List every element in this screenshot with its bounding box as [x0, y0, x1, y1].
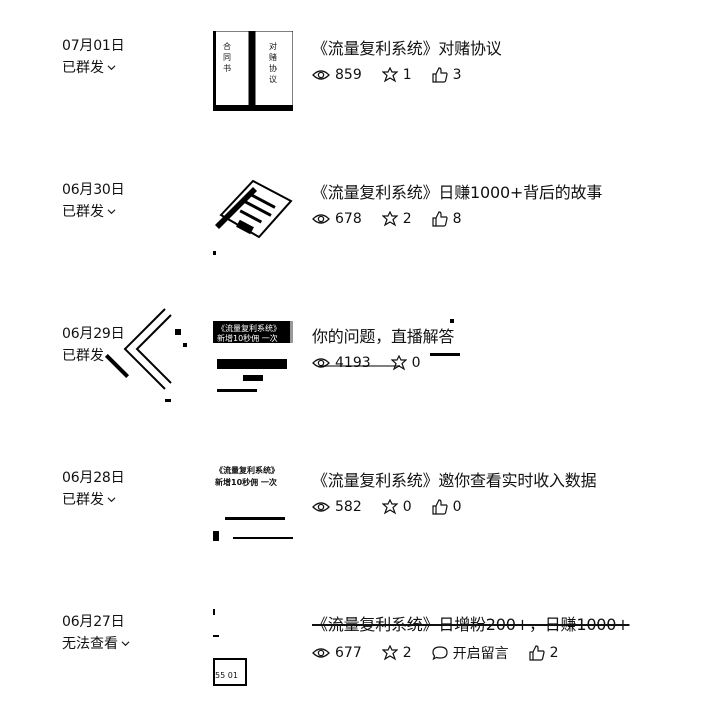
post-date: 06月28日	[62, 470, 125, 486]
post-row[interactable]: 06月30日 已群发 《流量复利系统》日赚1000+背后的故事 678 2 8	[0, 175, 703, 285]
post-row[interactable]: 06月28日 已群发 《流量复利系统》 新增10秒佣 一次 《流量复利系统》邀你…	[0, 463, 703, 573]
views-stat: 859	[312, 67, 362, 83]
eye-icon	[312, 70, 330, 80]
post-thumbnail[interactable]: 合同书 对赌协议	[213, 31, 293, 111]
views-count: 859	[335, 67, 362, 83]
post-status-label: 已群发	[62, 492, 104, 508]
eye-icon	[312, 502, 330, 512]
shares-stat: 2	[381, 645, 412, 661]
post-date: 06月30日	[62, 182, 125, 198]
post-status-label: 已群发	[62, 60, 104, 76]
post-status[interactable]: 已群发	[62, 57, 116, 77]
share-icon	[381, 645, 398, 661]
post-thumbnail[interactable]: 《流量复利系统》 新增10秒佣 一次	[213, 463, 293, 543]
post-thumbnail[interactable]	[213, 175, 293, 255]
views-stat: 677	[312, 645, 362, 661]
share-icon	[390, 355, 407, 371]
shares-count: 1	[402, 67, 412, 83]
post-title[interactable]: 《流量复利系统》日赚1000+背后的故事	[312, 179, 602, 203]
post-stats: 859 1 3	[312, 67, 482, 83]
share-icon	[381, 67, 398, 83]
post-date: 06月27日	[62, 614, 125, 630]
post-status[interactable]: 无法查看	[62, 633, 130, 653]
thumb-text: 对赌协议	[269, 42, 277, 84]
thumbs-up-icon	[529, 645, 545, 661]
thumbs-up-icon	[432, 211, 448, 227]
post-stats: 4193 0	[312, 355, 441, 371]
thumb-text: 《流量复利系统》	[215, 466, 279, 475]
views-stat: 678	[312, 211, 362, 227]
eye-icon	[312, 214, 330, 224]
shares-stat: 0	[390, 355, 421, 371]
views-count: 677	[335, 645, 362, 661]
comment-toggle-label: 开启留言	[452, 646, 509, 662]
post-date: 06月29日	[62, 326, 125, 342]
eye-icon	[312, 358, 330, 368]
likes-stat: 0	[432, 499, 462, 515]
chevron-down-icon	[107, 64, 116, 70]
views-count: 4193	[335, 355, 371, 371]
post-status-label: 无法查看	[62, 636, 118, 652]
thumbs-up-icon	[432, 67, 448, 83]
eye-icon	[312, 648, 330, 658]
comment-bubble-icon	[432, 646, 448, 661]
thumbs-up-icon	[432, 499, 448, 515]
post-title[interactable]: 《流量复利系统》日增粉200+，日赚1000+	[312, 611, 630, 635]
post-status-label: 已群发	[62, 204, 104, 220]
shares-stat: 0	[381, 499, 412, 515]
post-row[interactable]: 07月01日 已群发 合同书 对赌协议 《流量复利系统》对赌协议 859 1 3	[0, 31, 703, 141]
share-icon	[381, 499, 398, 515]
post-row[interactable]: 06月29日 已群发 《流量复利系统》 新增10秒佣 一次 你的问题，直播解答 …	[0, 308, 703, 429]
chevron-down-icon	[107, 496, 116, 502]
post-status-label: 已群发	[62, 348, 104, 364]
likes-stat: 3	[432, 67, 462, 83]
post-title[interactable]: 你的问题，直播解答	[312, 323, 454, 347]
likes-count: 0	[452, 499, 462, 515]
share-icon	[381, 211, 398, 227]
shares-count: 0	[411, 355, 421, 371]
views-count: 678	[335, 211, 362, 227]
shares-count: 2	[402, 645, 412, 661]
post-title[interactable]: 《流量复利系统》对赌协议	[312, 35, 502, 59]
post-status[interactable]: 已群发	[62, 201, 116, 221]
post-stats: 677 2 开启留言 2	[312, 643, 579, 663]
views-count: 582	[335, 499, 362, 515]
post-title[interactable]: 《流量复利系统》邀你查看实时收入数据	[312, 467, 597, 491]
views-stat: 4193	[312, 355, 371, 371]
comment-toggle[interactable]: 开启留言	[432, 643, 509, 663]
chevron-down-icon	[121, 640, 130, 646]
post-thumbnail[interactable]: 《流量复利系统》 新增10秒佣 一次	[213, 319, 293, 399]
thumb-text: 新增10秒佣 一次	[215, 478, 277, 487]
likes-count: 8	[452, 211, 462, 227]
thumb-text: 新增10秒佣 一次	[217, 334, 278, 343]
overlay-artifact	[105, 308, 187, 402]
likes-count: 2	[549, 645, 559, 661]
post-status[interactable]: 已群发	[62, 345, 104, 365]
likes-stat: 8	[432, 211, 462, 227]
post-date: 07月01日	[62, 38, 125, 54]
shares-stat: 1	[381, 67, 412, 83]
shares-count: 2	[402, 211, 412, 227]
post-stats: 582 0 0	[312, 499, 482, 515]
chevron-down-icon	[107, 208, 116, 214]
thumb-text: 合同书	[223, 42, 231, 73]
likes-count: 3	[452, 67, 462, 83]
post-status[interactable]: 已群发	[62, 489, 116, 509]
post-row[interactable]: 06月27日 无法查看 55 01 《流量复利系统》日增粉200+，日赚1000…	[0, 607, 703, 717]
post-stats: 678 2 8	[312, 211, 482, 227]
views-stat: 582	[312, 499, 362, 515]
thumb-text: 55 01	[215, 671, 238, 680]
shares-count: 0	[402, 499, 412, 515]
likes-stat: 2	[529, 645, 559, 661]
shares-stat: 2	[381, 211, 412, 227]
post-thumbnail[interactable]: 55 01	[213, 607, 293, 687]
